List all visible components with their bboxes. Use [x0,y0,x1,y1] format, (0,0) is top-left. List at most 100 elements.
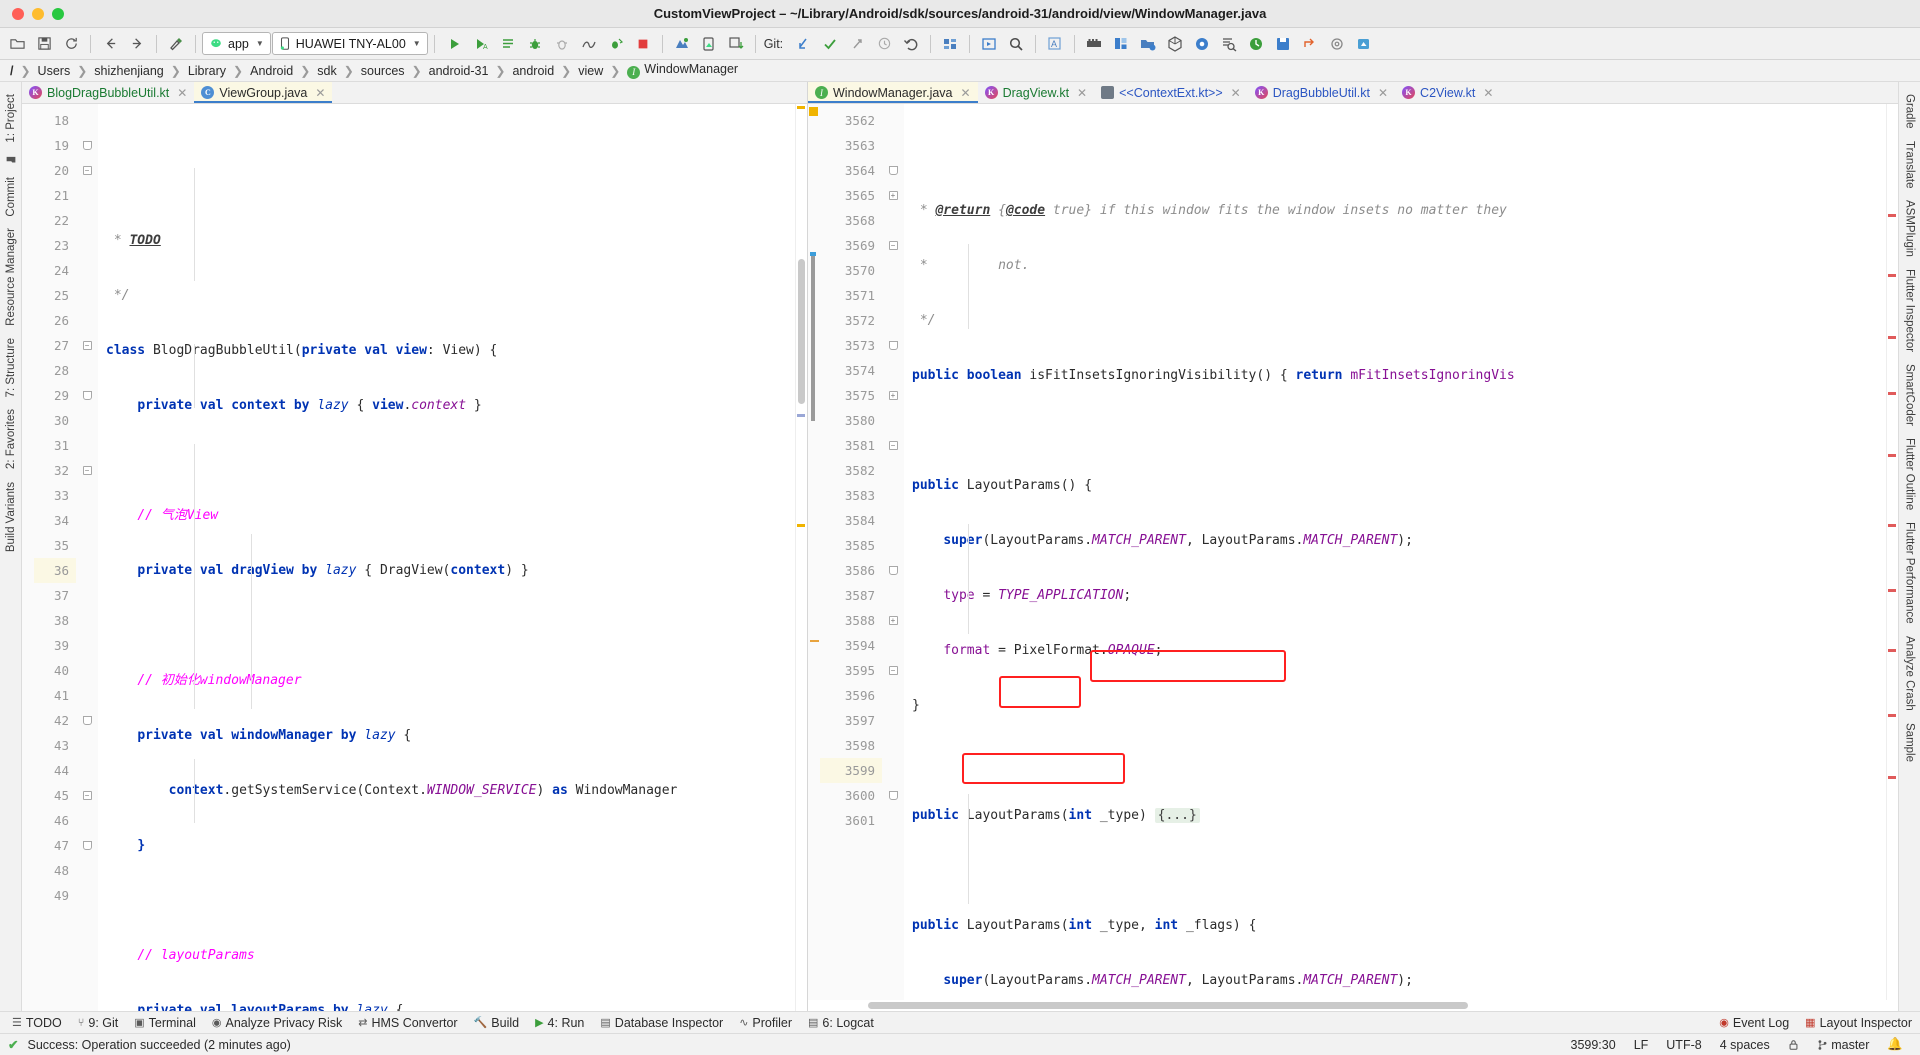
resource-manager-icon[interactable] [1162,32,1188,56]
tool-button-gradle[interactable]: Gradle [1904,88,1916,135]
tool-button-smartcoder[interactable]: SmartCoder [1904,358,1916,432]
breadcrumb-item-4[interactable]: Android [248,64,295,78]
error-marker[interactable] [1888,214,1896,217]
breadcrumb-item-8[interactable]: android [510,64,556,78]
error-marker[interactable] [1888,776,1896,779]
tool-button-commit[interactable]: Commit [5,171,17,223]
close-icon[interactable]: ✕ [1483,86,1493,100]
left-vertical-scrollbar[interactable] [798,259,805,404]
folder-icon[interactable] [6,149,16,171]
left-code-text[interactable]: * TODO */ class BlogDragBubbleUtil(priva… [98,104,807,1011]
right-horizontal-scrollbar-thumb[interactable] [868,1002,1468,1009]
profile-memory-icon[interactable] [1243,32,1269,56]
find-in-path-icon[interactable] [1216,32,1242,56]
device-selector[interactable]: HUAWEI TNY-AL00 ▼ [271,32,428,55]
window-controls[interactable] [0,7,64,20]
git-revert-icon[interactable] [898,32,924,56]
tool-button-translate[interactable]: Translate [1904,135,1916,195]
bottom-button-run[interactable]: ▶ 4: Run [527,1013,592,1033]
tool-button-favorites[interactable]: 2: Favorites [5,403,17,475]
right-horizontal-scrollbar-track[interactable] [808,1000,1898,1011]
gradle-sync-icon[interactable] [1189,32,1215,56]
bottom-button-analyze-privacy-risk[interactable]: ◉ Analyze Privacy Risk [204,1013,350,1033]
left-code-area[interactable]: 18 19 20 21 22 23 24 25 26 27 28 29 30 3… [22,104,807,1011]
bottom-button-layout-inspector[interactable]: ▦ Layout Inspector [1797,1013,1920,1033]
tool-button-flutter-performance[interactable]: Flutter Performance [1904,516,1916,630]
error-marker[interactable] [1888,392,1896,395]
fold-end-icon[interactable] [888,341,898,350]
right-editor-tabs[interactable]: I WindowManager.java ✕ K DragView.kt ✕ <… [808,82,1898,104]
bottom-button-database-inspector[interactable]: ▤ Database Inspector [592,1013,731,1033]
tab-c2view-kt[interactable]: K C2View.kt ✕ [1395,82,1500,103]
right-breakpoint-column[interactable] [808,104,820,1011]
fold-expand-icon[interactable]: + [888,191,898,200]
layout-editor-icon[interactable] [1081,32,1107,56]
left-fold-column[interactable]: − − − − [76,104,98,1011]
git-branch-indicator[interactable]: master [1808,1038,1879,1052]
minimize-window-button[interactable] [32,7,44,20]
close-window-button[interactable] [12,7,24,20]
file-encoding[interactable]: UTF-8 [1657,1038,1710,1052]
tool-button-project[interactable]: 1: Project [5,88,17,149]
bottom-button-profiler[interactable]: ∿ Profiler [731,1013,800,1033]
maximize-window-button[interactable] [52,7,64,20]
tool-button-analyze-crash[interactable]: Analyze Crash [1904,630,1916,717]
left-editor-tabs[interactable]: K BlogDragBubbleUtil.kt ✕ C ViewGroup.ja… [22,82,807,104]
error-marker[interactable] [1888,454,1896,457]
change-marker[interactable] [797,414,805,417]
error-marker[interactable] [1888,336,1896,339]
tab-windowmanager-java[interactable]: I WindowManager.java ✕ [808,82,978,103]
build-hammer-icon[interactable] [163,32,189,56]
fold-end-icon[interactable] [888,166,898,175]
tool-button-flutter-inspector[interactable]: Flutter Inspector [1904,263,1916,358]
fold-expand-icon[interactable]: + [888,391,898,400]
right-code-text[interactable]: * @return {@code true} if this window fi… [904,104,1898,1011]
notifications-icon[interactable]: 🔔 [1878,1037,1912,1052]
breadcrumb-item-2[interactable]: shizhenjiang [92,64,166,78]
breadcrumb-item-5[interactable]: sdk [315,64,338,78]
tool-button-asmplugin[interactable]: ASMPlugin [1904,194,1916,263]
error-marker[interactable] [1888,524,1896,527]
navigate-forward-icon[interactable] [124,32,150,56]
device-file-explorer-icon[interactable] [1135,32,1161,56]
error-marker[interactable] [1888,589,1896,592]
close-icon[interactable]: ✕ [1077,86,1087,100]
firebase-icon[interactable] [1351,32,1377,56]
right-marker-bar[interactable] [1886,104,1898,1011]
search-everywhere-icon[interactable] [1003,32,1029,56]
open-folder-icon[interactable] [4,32,30,56]
close-icon[interactable]: ✕ [315,86,325,100]
error-marker[interactable] [1888,649,1896,652]
breadcrumb-item-1[interactable]: Users [36,64,73,78]
caret-position[interactable]: 3599:30 [1562,1038,1625,1052]
translate-icon[interactable]: A [1042,32,1068,56]
avd-manager-icon[interactable] [696,32,722,56]
git-commit-icon[interactable] [817,32,843,56]
save-snapshot-icon[interactable] [1270,32,1296,56]
fold-collapse-icon[interactable]: − [82,791,92,800]
tab-blogdragbubbleutil-kt[interactable]: K BlogDragBubbleUtil.kt ✕ [22,82,194,103]
fold-end-icon[interactable] [888,566,898,575]
tool-button-sample[interactable]: Sample [1904,717,1916,768]
error-marker[interactable] [1888,274,1896,277]
sdk-download-icon[interactable] [723,32,749,56]
run-app-icon[interactable] [441,32,467,56]
close-icon[interactable]: ✕ [1231,86,1241,100]
attach-debugger-icon[interactable] [549,32,575,56]
bottom-button-event-log[interactable]: ◉ Event Log [1711,1013,1797,1033]
read-only-toggle[interactable] [1779,1038,1808,1052]
sync-refresh-icon[interactable] [58,32,84,56]
status-message[interactable]: Success: Operation succeeded (2 minutes … [18,1038,299,1052]
breadcrumb-item-7[interactable]: android-31 [427,64,491,78]
settings-gear-icon[interactable] [1324,32,1350,56]
close-icon[interactable]: ✕ [961,86,971,100]
tool-button-build-variants[interactable]: Build Variants [5,476,17,558]
bottom-button-todo[interactable]: ☰ TODO [4,1013,70,1033]
warning-marker[interactable] [797,106,805,109]
tab-dragbubbleutil-kt[interactable]: K DragBubbleUtil.kt ✕ [1248,82,1395,103]
line-separator[interactable]: LF [1625,1038,1658,1052]
fold-collapse-icon[interactable]: − [82,341,92,350]
tab-dragview-kt[interactable]: K DragView.kt ✕ [978,82,1095,103]
layout-inspector-toolbar-icon[interactable] [1108,32,1134,56]
bottom-button-git[interactable]: ⑂ 9: Git [70,1013,126,1033]
